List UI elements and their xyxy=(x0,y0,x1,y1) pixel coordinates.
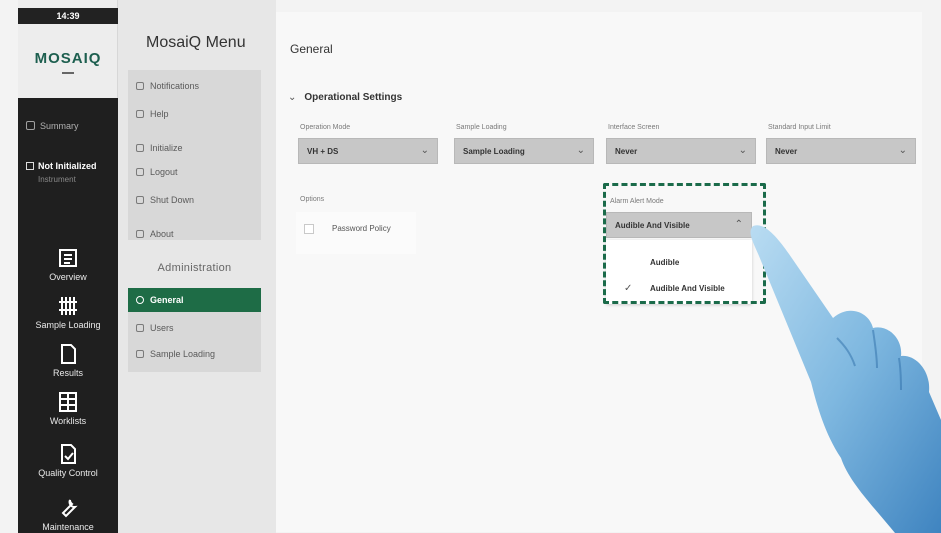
select-value: VH + DS xyxy=(307,147,339,156)
field-label-interface-screen: Interface Screen xyxy=(608,124,660,131)
maintenance-icon xyxy=(61,499,78,518)
initialize-icon xyxy=(136,144,144,152)
password-policy-label: Password Policy xyxy=(332,224,391,233)
quality-control-icon xyxy=(61,444,76,464)
instrument-status-label: Not Initialized xyxy=(38,161,97,171)
select-value: Never xyxy=(615,147,638,156)
highlight-dashed-box xyxy=(603,183,766,304)
help-icon xyxy=(136,110,144,118)
chevron-down-icon: ⌄ xyxy=(420,145,429,156)
rail-item-maintenance-label: Maintenance xyxy=(42,522,94,532)
rail-item-worklists-label: Worklists xyxy=(49,416,87,426)
sample-loading-icon xyxy=(59,297,77,315)
rail-header: 14:39 MOSAIQ xyxy=(18,0,118,98)
rail-summary-label: Summary xyxy=(40,121,79,131)
mosaiq-logo: MOSAIQ xyxy=(34,50,102,67)
menu-title: MosaiQ Menu xyxy=(146,34,246,51)
mosaiq-menu-panel: MosaiQ Menu Notifications Help Initializ… xyxy=(118,0,276,533)
menu-item-label: Shut Down xyxy=(150,195,195,205)
logout-icon xyxy=(136,168,144,176)
rail-item-overview-label: Overview xyxy=(49,272,87,282)
field-label-operation-mode: Operation Mode xyxy=(300,124,351,131)
rail-item-worklists[interactable]: Worklists xyxy=(18,388,118,438)
gloved-hand-pointing xyxy=(750,225,941,533)
chevron-down-icon: ⌄ xyxy=(738,145,747,156)
menu-item-label: Users xyxy=(150,323,174,333)
menu-item-initialize[interactable]: Initialize xyxy=(128,136,261,160)
field-label-standard-input-limit: Standard Input Limit xyxy=(768,124,831,131)
menu-item-notifications[interactable]: Notifications xyxy=(128,74,261,98)
password-policy-row[interactable]: Password Policy xyxy=(296,212,416,254)
rail-item-sample-loading-label: Sample Loading xyxy=(35,320,101,330)
menu-item-label: General xyxy=(150,295,184,305)
clock-time: 14:39 xyxy=(18,8,118,24)
operation-mode-select[interactable]: VH + DS ⌄ xyxy=(298,138,438,164)
gear-icon xyxy=(136,296,144,304)
password-policy-checkbox[interactable] xyxy=(304,224,314,234)
menu-item-sample-loading[interactable]: Sample Loading xyxy=(128,342,261,366)
menu-item-label: Notifications xyxy=(150,81,200,91)
rail-item-results-label: Results xyxy=(52,368,83,378)
chevron-down-icon: ⌄ xyxy=(576,145,585,156)
page-title: General xyxy=(290,42,333,56)
info-icon xyxy=(136,230,144,238)
menu-item-label: Sample Loading xyxy=(150,349,216,359)
menu-item-about[interactable]: About xyxy=(128,222,261,246)
results-icon xyxy=(61,344,76,364)
menu-item-label: Initialize xyxy=(150,143,183,153)
menu-item-logout[interactable]: Logout xyxy=(128,160,261,184)
rail-summary[interactable]: Summary xyxy=(18,118,118,136)
menu-item-label: Logout xyxy=(150,167,178,177)
status-icon xyxy=(26,162,34,170)
summary-icon xyxy=(26,121,35,130)
screen: 14:39 MOSAIQ Summary Not Initialized Ins… xyxy=(0,0,941,533)
options-label: Options xyxy=(300,196,325,203)
bell-icon xyxy=(136,82,144,90)
rail-item-sample-loading[interactable]: Sample Loading xyxy=(18,292,118,342)
chevron-down-icon: ⌄ xyxy=(898,145,907,156)
worklists-icon xyxy=(59,392,77,412)
interface-screen-select[interactable]: Never ⌄ xyxy=(606,138,756,164)
menu-item-label: About xyxy=(150,229,174,239)
rail-item-quality-control-label: Quality Control xyxy=(38,468,98,478)
menu-item-help[interactable]: Help xyxy=(128,102,261,126)
sample-loading-select[interactable]: Sample Loading ⌄ xyxy=(454,138,594,164)
field-label-sample-loading: Sample Loading xyxy=(456,124,507,131)
select-value: Sample Loading xyxy=(463,147,525,156)
menu-item-general[interactable]: General xyxy=(128,288,261,312)
overview-icon xyxy=(59,249,77,267)
administration-header: Administration xyxy=(157,262,232,274)
rail-item-overview[interactable]: Overview xyxy=(18,244,118,294)
left-nav-rail: 14:39 MOSAIQ Summary Not Initialized Ins… xyxy=(18,0,118,533)
power-icon xyxy=(136,196,144,204)
sample-loading-icon xyxy=(136,350,144,358)
menu-item-label: Help xyxy=(150,109,169,119)
standard-input-limit-select[interactable]: Never ⌄ xyxy=(766,138,916,164)
logo-underline xyxy=(62,72,74,74)
select-value: Never xyxy=(775,147,798,156)
chevron-down-icon: ⌄ xyxy=(288,92,297,103)
users-icon xyxy=(136,324,144,332)
rail-item-quality-control[interactable]: Quality Control xyxy=(18,440,118,490)
instrument-sub-label: Instrument xyxy=(38,175,76,184)
operational-settings-toggle[interactable]: ⌄ Operational Settings xyxy=(288,92,402,103)
section-title: Operational Settings xyxy=(304,92,403,103)
rail-item-results[interactable]: Results xyxy=(18,340,118,390)
menu-item-users[interactable]: Users xyxy=(128,316,261,340)
menu-item-shut-down[interactable]: Shut Down xyxy=(128,188,261,212)
rail-item-maintenance[interactable]: Maintenance xyxy=(18,494,118,533)
